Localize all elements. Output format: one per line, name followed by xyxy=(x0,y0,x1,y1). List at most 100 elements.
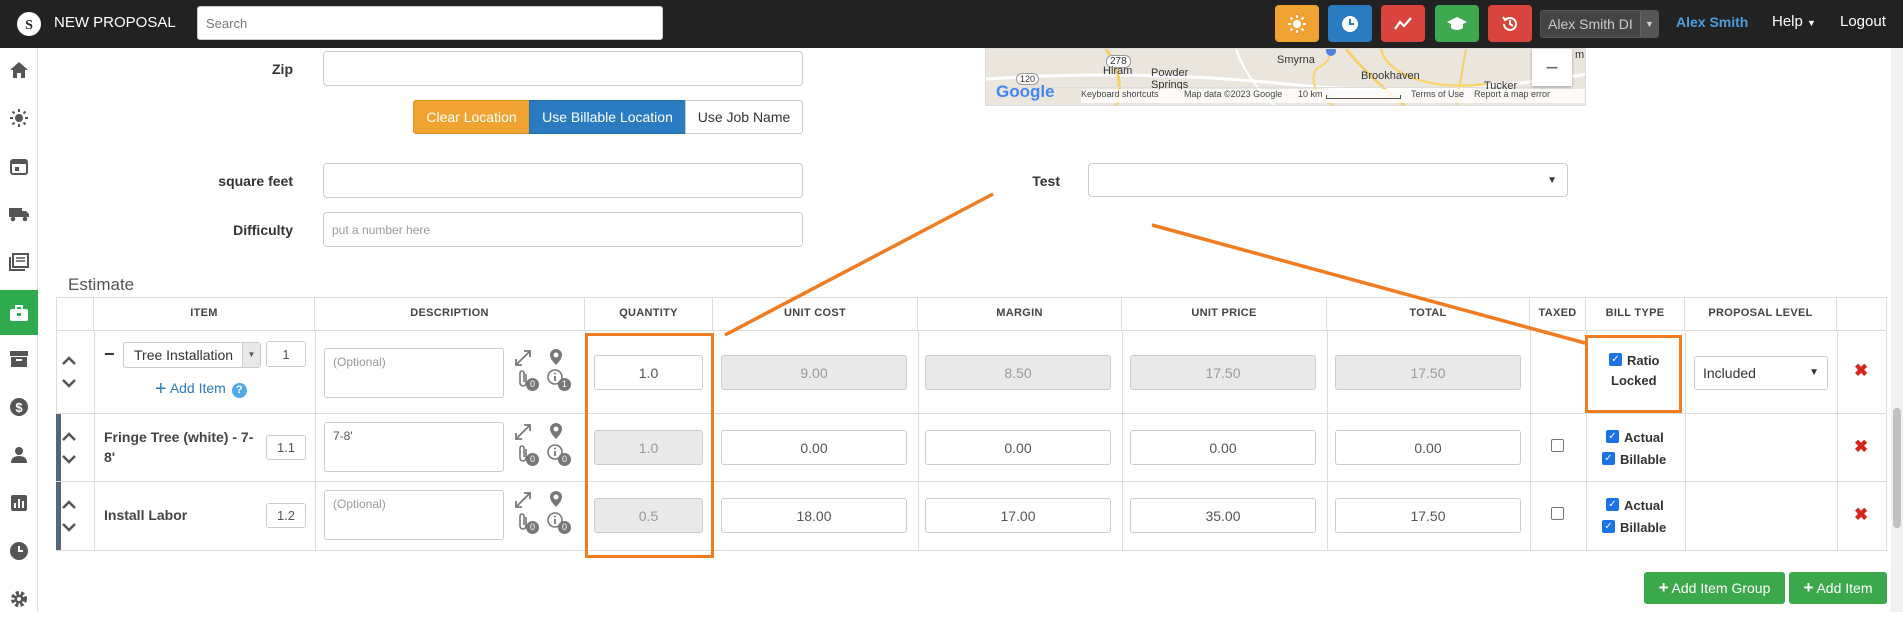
google-logo: Google xyxy=(996,82,1055,101)
user-name-link[interactable]: Alex Smith xyxy=(1676,14,1748,30)
map-pin-icon[interactable] xyxy=(549,422,563,440)
item-description-input[interactable]: 7-8' xyxy=(324,422,504,472)
map-pin-icon[interactable] xyxy=(549,348,563,366)
logout-link[interactable]: Logout xyxy=(1840,13,1886,30)
search-input[interactable] xyxy=(197,6,663,40)
collapse-group-button[interactable]: − xyxy=(104,344,115,365)
item-total-input[interactable]: 0.00 xyxy=(1335,430,1521,465)
map-place-powder-springs: Powder Springs xyxy=(1151,67,1189,91)
table-bottom-border xyxy=(56,550,1887,551)
user-select[interactable]: Alex Smith DI ▼ xyxy=(1540,10,1659,38)
time-button[interactable] xyxy=(1328,5,1372,42)
expand-icon[interactable] xyxy=(514,423,532,441)
table-header-border xyxy=(56,330,1887,331)
add-item-group-button[interactable]: + Add Item Group xyxy=(1644,572,1785,604)
sidebar-item-time[interactable] xyxy=(0,531,38,571)
info-button[interactable]: 1 xyxy=(547,369,571,392)
sidebar-item-weather[interactable] xyxy=(0,98,38,138)
group-description-input[interactable]: (Optional) xyxy=(324,348,504,398)
actual-checkbox[interactable]: ✓ xyxy=(1606,430,1619,443)
use-job-name-button[interactable]: Use Job Name xyxy=(685,100,803,134)
zip-input[interactable] xyxy=(323,51,803,86)
page-scrollbar[interactable] xyxy=(1891,48,1903,612)
map-keyboard-shortcuts[interactable]: Keyboard shortcuts xyxy=(1081,89,1159,99)
clear-location-button[interactable]: Clear Location xyxy=(413,100,530,134)
help-question-icon[interactable]: ? xyxy=(231,383,247,398)
map-pin-icon[interactable] xyxy=(549,490,563,508)
add-item-button[interactable]: + Add Item xyxy=(1789,572,1887,604)
sidebar-item-settings[interactable] xyxy=(0,579,38,619)
sidebar-item-proposals[interactable] xyxy=(0,290,38,335)
difficulty-input[interactable]: put a number here xyxy=(323,212,803,247)
taxed-checkbox[interactable] xyxy=(1551,507,1564,520)
delete-row-icon[interactable]: ✖ xyxy=(1854,505,1868,525)
sidebar-item-billing[interactable]: $ xyxy=(0,387,38,427)
billable-checkbox[interactable]: ✓ xyxy=(1602,520,1615,533)
sidebar-item-trucks[interactable] xyxy=(0,194,38,234)
expand-icon[interactable] xyxy=(514,491,532,509)
map-place-hiram: Hiram xyxy=(1103,65,1133,77)
item-unit-cost-input[interactable]: 18.00 xyxy=(721,498,907,533)
delete-group-icon[interactable]: ✖ xyxy=(1854,361,1868,381)
help-menu[interactable]: Help ▼ xyxy=(1772,13,1816,30)
group-index-input[interactable]: 1 xyxy=(266,341,306,367)
taxed-checkbox[interactable] xyxy=(1551,439,1564,452)
item-unit-cost-input[interactable]: 0.00 xyxy=(721,430,907,465)
app-title[interactable]: NEW PROPOSAL xyxy=(54,14,176,31)
add-item-link[interactable]: + Add Item ? xyxy=(155,376,247,400)
bar-chart-icon xyxy=(11,495,27,511)
sidebar-item-reports[interactable] xyxy=(0,483,38,523)
map-zoom-out-button[interactable]: − xyxy=(1532,49,1572,86)
info-button[interactable]: 0 xyxy=(547,444,571,467)
sidebar-item-documents[interactable] xyxy=(0,242,38,282)
attachments-button[interactable]: 0 xyxy=(516,369,539,394)
sidebar-item-home[interactable] xyxy=(0,50,38,90)
map-terms[interactable]: Terms of Use xyxy=(1411,89,1464,99)
attachments-button[interactable]: 0 xyxy=(516,512,539,537)
weather-button[interactable] xyxy=(1275,5,1319,42)
info-count-badge: 0 xyxy=(558,521,571,534)
proposal-level-select[interactable]: Included ▼ xyxy=(1694,356,1828,390)
group-item-select[interactable]: Tree Installation ▼ xyxy=(123,342,261,368)
item-total-input[interactable]: 17.50 xyxy=(1335,498,1521,533)
column-header-bill-type: BILL TYPE xyxy=(1586,297,1685,330)
group-row-sort-handle[interactable] xyxy=(61,356,85,395)
reports-button[interactable] xyxy=(1381,5,1425,42)
square-feet-input[interactable] xyxy=(323,163,803,198)
app-logo-icon[interactable]: S xyxy=(14,9,44,39)
gear-icon xyxy=(11,591,27,607)
learning-button[interactable] xyxy=(1435,5,1479,42)
col-divider xyxy=(315,330,316,550)
sidebar-item-users[interactable] xyxy=(0,435,38,475)
attachments-button[interactable]: 0 xyxy=(516,444,539,469)
test-select[interactable]: ▼ xyxy=(1088,163,1568,197)
column-header-unit-cost: UNIT COST xyxy=(713,297,918,330)
sidebar-item-archive[interactable] xyxy=(0,339,38,379)
plus-icon: + xyxy=(1803,578,1814,597)
item-unit-price-input[interactable]: 35.00 xyxy=(1130,498,1316,533)
zip-label: Zip xyxy=(272,61,293,77)
scrollbar-thumb[interactable] xyxy=(1893,408,1901,528)
item-margin-input[interactable]: 0.00 xyxy=(925,430,1111,465)
expand-icon[interactable] xyxy=(514,349,532,367)
map-report-error[interactable]: Report a map error xyxy=(1474,89,1550,99)
item-margin-input[interactable]: 17.00 xyxy=(925,498,1111,533)
history-button[interactable] xyxy=(1488,5,1532,42)
square-feet-label: square feet xyxy=(218,173,293,189)
map-scale[interactable]: 10 km xyxy=(1298,89,1323,99)
use-billable-location-button[interactable]: Use Billable Location xyxy=(529,100,686,134)
delete-row-icon[interactable]: ✖ xyxy=(1854,437,1868,457)
item-unit-price-input[interactable]: 0.00 xyxy=(1130,430,1316,465)
row-sort-handle[interactable] xyxy=(61,432,85,471)
calendar-icon xyxy=(10,159,28,175)
billable-checkbox[interactable]: ✓ xyxy=(1602,452,1615,465)
map-place-smyrna: Smyrna xyxy=(1277,54,1315,66)
row-sort-handle[interactable] xyxy=(61,500,85,539)
info-button[interactable]: 0 xyxy=(547,512,571,535)
actual-checkbox[interactable]: ✓ xyxy=(1606,498,1619,511)
item-index-input[interactable]: 1.2 xyxy=(266,503,306,528)
item-index-input[interactable]: 1.1 xyxy=(266,435,306,460)
sidebar-item-calendar[interactable] xyxy=(0,146,38,186)
location-map[interactable]: 278 Hiram Smyrna Powder Springs Brookhav… xyxy=(985,48,1586,106)
item-description-input[interactable]: (Optional) xyxy=(324,490,504,540)
